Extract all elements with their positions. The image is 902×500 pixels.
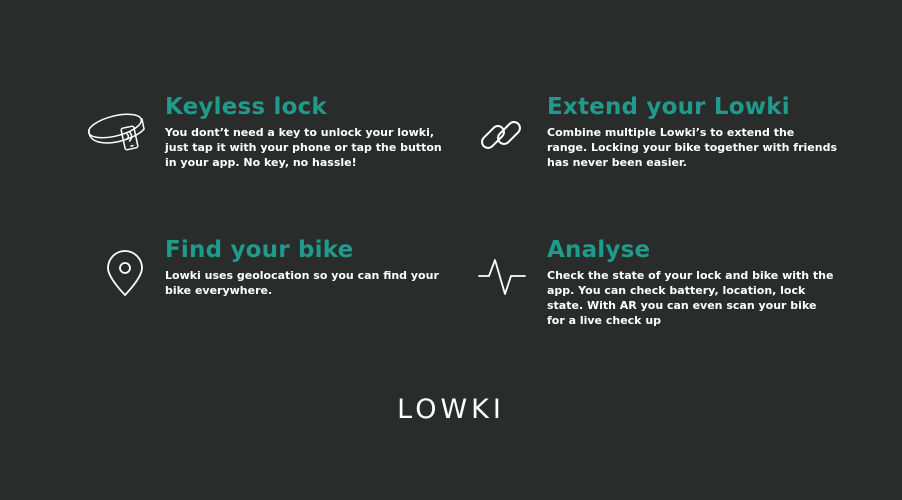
location-pin-icon [107, 250, 143, 296]
bracelet-lock-icon [87, 113, 145, 151]
feature-title: Keyless lock [165, 94, 327, 120]
chain-link-icon [481, 121, 521, 149]
feature-title: Find your bike [165, 237, 354, 263]
pulse-icon [478, 259, 526, 295]
feature-title: Analyse [547, 237, 651, 263]
feature-title: Extend your Lowki [547, 94, 790, 120]
feature-description: Lowki uses geolocation so you can find y… [165, 269, 439, 297]
lowki-logo: LOWKI [397, 394, 505, 425]
feature-description: Check the state of your lock and bike wi… [547, 269, 834, 327]
feature-description: Combine multiple Lowki’s to extend the r… [547, 126, 837, 169]
feature-description: You dont’t need a key to unlock your low… [165, 126, 442, 169]
